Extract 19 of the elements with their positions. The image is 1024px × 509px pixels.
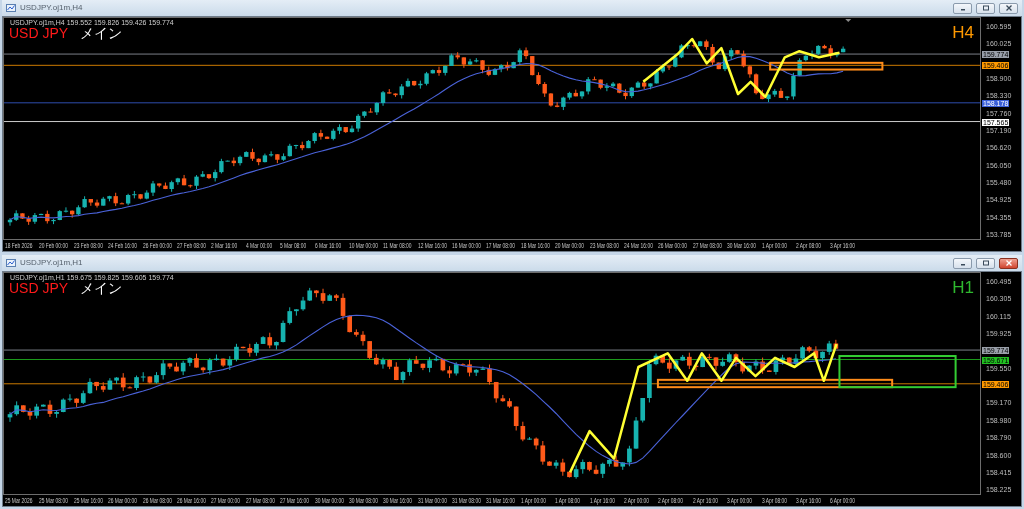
chart-window-icon <box>6 3 16 13</box>
chart-label: メイン <box>80 281 123 296</box>
shift-marker-icon <box>845 19 852 22</box>
symbol-label: USD JPY <box>9 281 69 296</box>
window-title: USDJPY.oj1m,H4 <box>20 2 84 14</box>
symbol-label: USD JPY <box>9 26 69 41</box>
close-icon <box>1004 260 1013 266</box>
restore-button[interactable] <box>976 257 995 269</box>
restore-icon <box>981 260 990 266</box>
chart-label: メイン <box>80 26 123 41</box>
restore-button[interactable] <box>976 2 995 14</box>
timeframe-label: H1 <box>952 279 974 297</box>
close-button[interactable] <box>999 257 1018 269</box>
close-button[interactable] <box>999 2 1018 14</box>
window-title: USDJPY.oj1m,H1 <box>20 257 84 269</box>
chart-window-icon <box>6 258 16 268</box>
restore-icon <box>981 5 990 11</box>
close-icon <box>1004 5 1013 11</box>
timeframe-label: H4 <box>952 24 974 42</box>
